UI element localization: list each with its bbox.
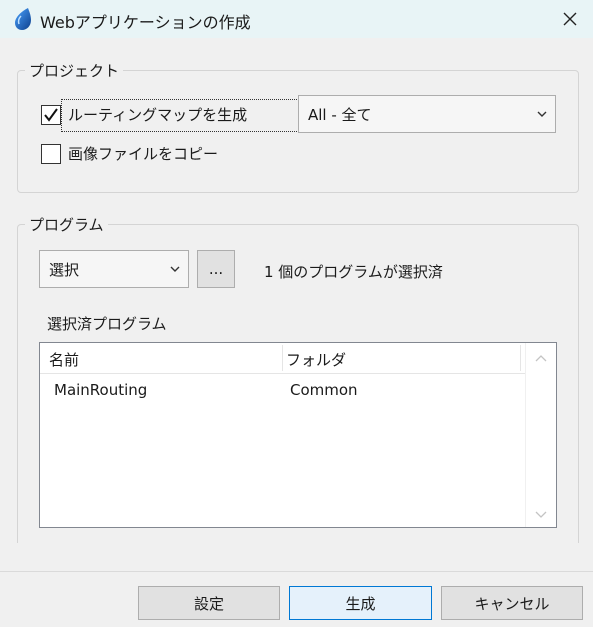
routing-map-label[interactable]: ルーティングマップを生成 [68,104,247,125]
water-drop-icon [15,8,31,30]
window-title: Webアプリケーションの作成 [40,13,251,32]
list-header: 名前 フォルダ [40,343,526,374]
chevron-down-icon [537,111,547,117]
footer-separator [0,571,593,572]
title-bar: Webアプリケーションの作成 [0,0,593,38]
program-group-legend: プログラム [25,214,108,235]
copy-images-label[interactable]: 画像ファイルをコピー [68,143,218,164]
column-separator[interactable] [282,345,283,371]
mode-select[interactable]: 選択 [39,250,189,288]
scope-select[interactable]: All - 全て [298,95,556,133]
routing-map-checkbox[interactable] [41,105,61,125]
browse-button[interactable]: ... [197,250,235,288]
checkmark-icon [44,108,58,122]
mode-select-value: 選択 [49,261,80,279]
cell-folder: Common [290,381,358,399]
cancel-button[interactable]: キャンセル [441,586,583,620]
generate-button[interactable]: 生成 [289,586,432,620]
column-header-name[interactable]: 名前 [49,349,79,370]
selected-count-text: 1 個のプログラムが選択済 [264,263,443,281]
vertical-scrollbar[interactable] [525,343,556,527]
selected-programs-list[interactable]: 名前 フォルダ MainRouting Common [39,342,557,528]
selected-programs-label: 選択済プログラム [47,315,167,333]
chevron-down-icon [170,266,180,272]
close-button[interactable] [547,0,593,38]
close-icon [563,12,577,26]
cell-program-name: MainRouting [54,381,148,399]
copy-images-checkbox[interactable] [41,144,61,164]
scroll-down-icon[interactable] [535,511,547,519]
project-group-legend: プロジェクト [25,60,124,81]
table-row[interactable]: MainRouting Common [40,374,526,406]
scroll-up-icon[interactable] [535,354,547,362]
column-header-folder[interactable]: フォルダ [286,349,346,370]
scope-select-value: All - 全て [308,106,372,124]
settings-button[interactable]: 設定 [138,586,280,620]
column-separator[interactable] [520,345,521,371]
